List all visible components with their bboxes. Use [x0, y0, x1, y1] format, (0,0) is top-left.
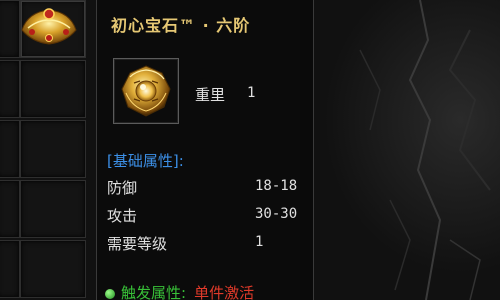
inventory-slot[interactable]	[20, 180, 86, 238]
inventory-slot[interactable]	[20, 120, 86, 178]
inventory-slot[interactable]	[0, 240, 20, 298]
inventory-slot[interactable]	[0, 0, 20, 58]
inventory-slot[interactable]	[0, 180, 20, 238]
stat-value-level-req: 1	[255, 234, 264, 250]
inventory-grid	[0, 0, 96, 300]
marble-crack-pattern	[359, 0, 491, 300]
item-icon-frame	[113, 58, 179, 124]
stat-name-attack: 攻击	[107, 207, 138, 225]
gold-ornament-icon[interactable]	[18, 2, 80, 50]
stat-name-level-req: 需要等级	[107, 235, 168, 253]
background-marble	[300, 0, 500, 300]
stat-value-defense: 18-18	[255, 178, 298, 194]
trigger-label: 触发属性:	[121, 284, 187, 300]
gold-gem-icon	[121, 65, 171, 117]
item-title: 初心宝石™ · 六阶	[111, 16, 251, 35]
inventory-slot[interactable]	[20, 60, 86, 118]
base-attributes-heading: [基础属性]:	[107, 152, 184, 170]
weight-label: 重里	[195, 86, 226, 104]
trigger-value: 单件激活	[194, 284, 255, 300]
item-tooltip: 初心宝石™ · 六阶 重里 1 [基础属性]: 防御 18-18 攻击 30-3…	[96, 0, 314, 300]
game-screen: 初心宝石™ · 六阶 重里 1 [基础属性]: 防御 18-18 攻击 30-3…	[0, 0, 500, 300]
inventory-slot[interactable]	[0, 60, 20, 118]
weight-value: 1	[247, 85, 256, 101]
trigger-attributes-row: 触发属性: 单件激活	[105, 282, 254, 300]
stat-value-attack: 30-30	[255, 206, 298, 222]
stat-name-defense: 防御	[107, 179, 138, 197]
inventory-slot[interactable]	[0, 120, 20, 178]
green-orb-icon	[105, 288, 115, 299]
inventory-slot[interactable]	[20, 240, 86, 298]
